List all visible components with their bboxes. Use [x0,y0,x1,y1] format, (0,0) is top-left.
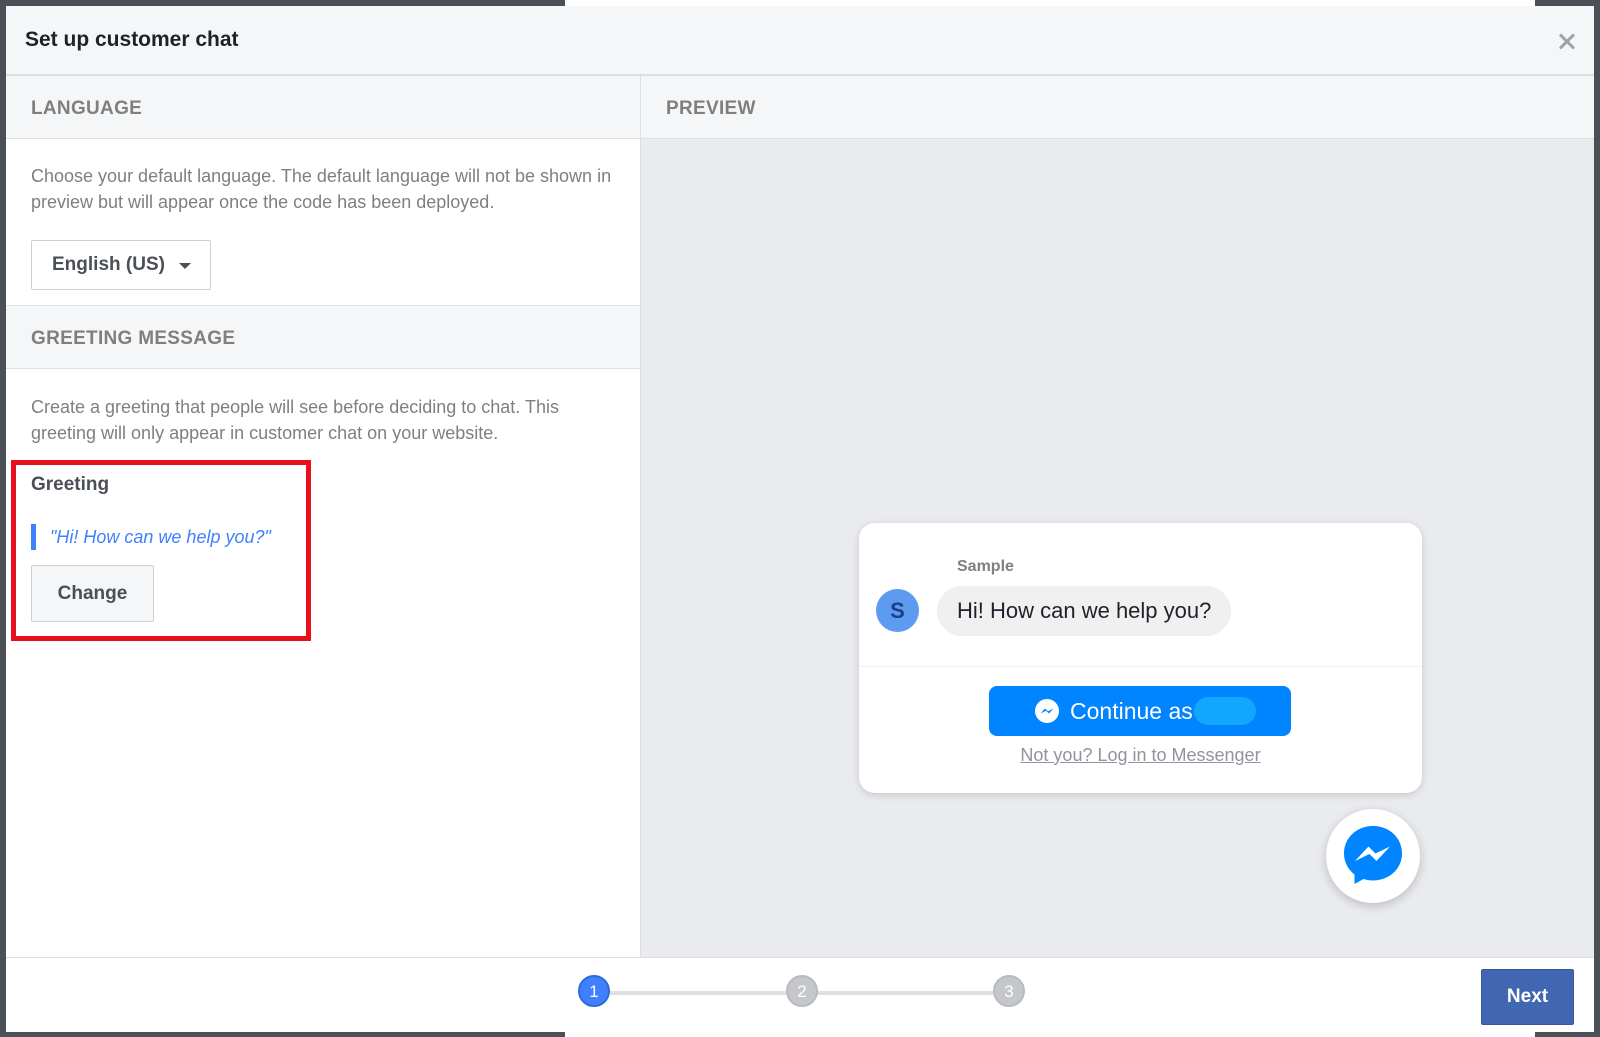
language-heading: LANGUAGE [31,98,143,119]
step-connector [594,991,786,995]
settings-panel: LANGUAGE Choose your default language. T… [6,75,641,957]
step-1: 1 [578,975,610,1007]
dialog-title: Set up customer chat [25,28,239,51]
step-connector [801,991,993,995]
redacted-user-name [1194,697,1256,725]
avatar: S [876,589,919,632]
step-3: 3 [993,975,1025,1007]
dialog-header: Set up customer chat [6,6,1594,75]
language-selected-value: English (US) [52,254,165,275]
language-section-header: LANGUAGE [6,75,640,139]
greeting-section-header: GREETING MESSAGE [6,305,640,369]
sample-page-name: Sample [957,558,1014,575]
chat-preview-card: Sample S Hi! How can we help you? Contin… [859,523,1422,793]
customer-chat-dialog: Set up customer chat LANGUAGE Choose you… [6,6,1594,1032]
continue-as-label: Continue as [1070,698,1193,724]
login-to-messenger-link[interactable]: Not you? Log in to Messenger [859,745,1422,766]
language-dropdown[interactable]: English (US) [31,240,211,290]
preview-panel: PREVIEW Sample S Hi! How can we help you… [641,75,1594,957]
greeting-description: Create a greeting that people will see b… [31,397,559,443]
close-icon[interactable] [1554,28,1580,54]
next-button[interactable]: Next [1481,969,1574,1025]
continue-as-button[interactable]: Continue as [989,686,1291,736]
messenger-chat-button[interactable] [1326,809,1420,903]
dialog-footer: 1 2 3 Next [6,957,1594,1032]
preview-section-header: PREVIEW [641,75,1594,139]
chevron-down-icon [179,263,191,269]
highlight-box [11,460,311,641]
greeting-heading: GREETING MESSAGE [31,328,236,349]
language-description: Choose your default language. The defaul… [31,166,612,212]
messenger-icon [1035,699,1059,723]
greeting-bubble: Hi! How can we help you? [937,586,1232,636]
step-2: 2 [786,975,818,1007]
preview-heading: PREVIEW [666,98,756,119]
messenger-icon [1344,826,1402,884]
chat-preview-top: Sample S Hi! How can we help you? [859,523,1422,667]
